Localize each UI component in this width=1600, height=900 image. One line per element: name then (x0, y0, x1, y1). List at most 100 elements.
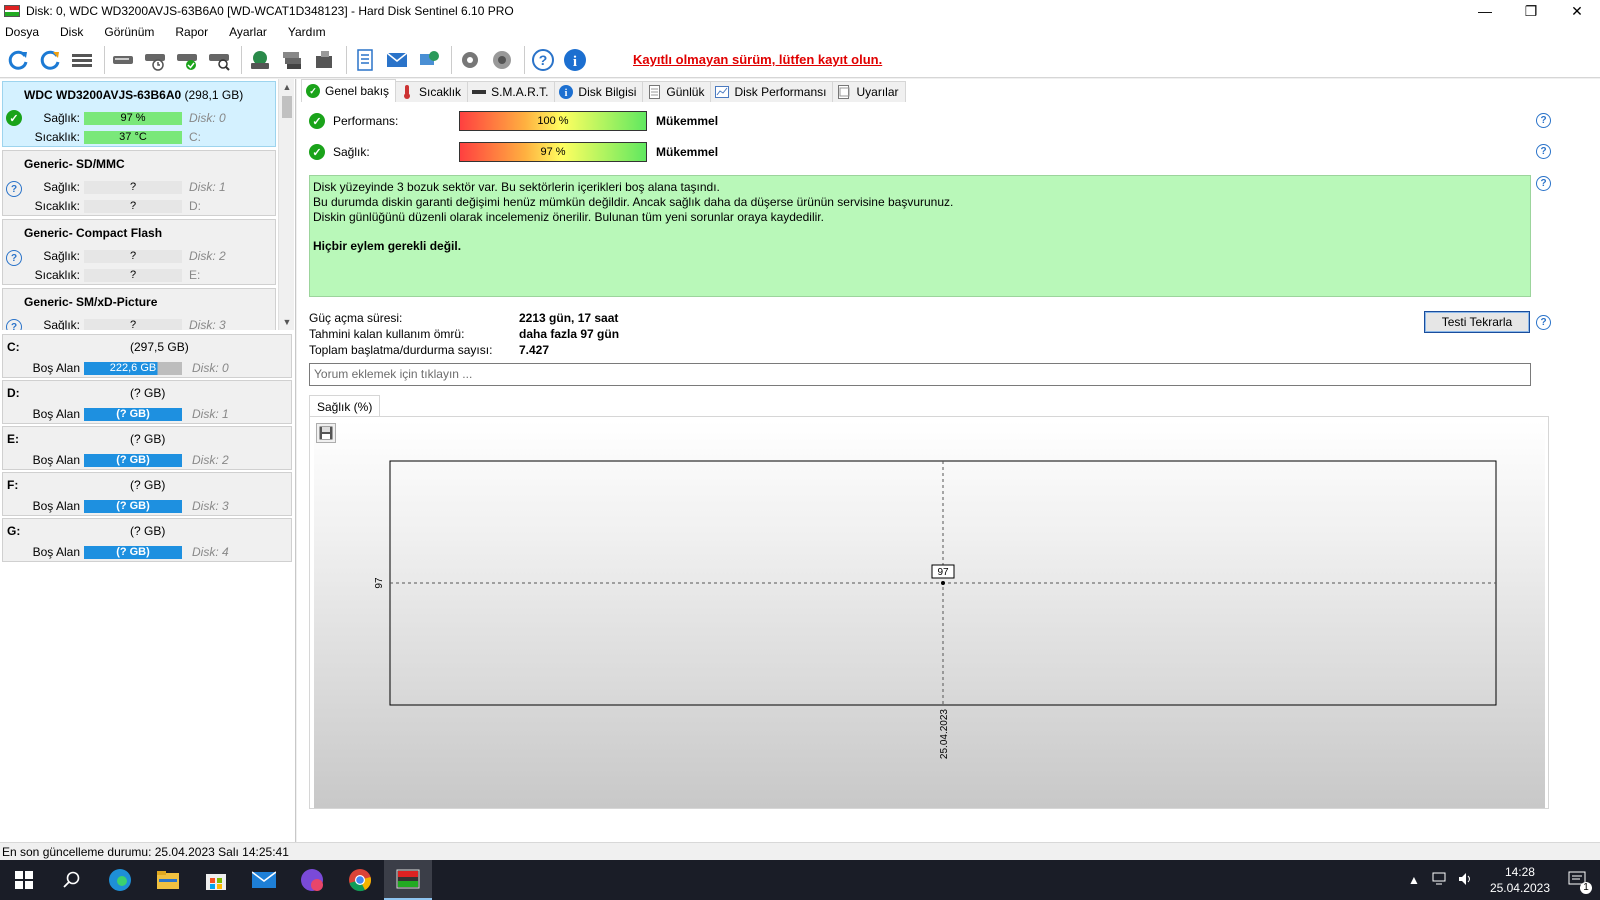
maximize-button[interactable]: ❐ (1508, 0, 1554, 22)
mail-taskbar-button[interactable] (240, 860, 288, 900)
volume-letter: D: (7, 386, 20, 400)
chat-app-taskbar-button[interactable] (288, 860, 336, 900)
performance-bar: 100 % (459, 111, 647, 131)
email-button[interactable] (383, 46, 411, 74)
disk-card[interactable]: Generic- SD/MMC ? Sağlık: ? Disk: 1 Sıca… (2, 150, 276, 216)
svg-text:i: i (573, 54, 577, 70)
store-taskbar-button[interactable] (192, 860, 240, 900)
menu-gorunum[interactable]: Görünüm (98, 25, 161, 39)
minimize-button[interactable]: — (1462, 0, 1508, 22)
scroll-down-icon[interactable]: ▼ (279, 314, 295, 330)
disk-list-scrollbar[interactable]: ▲ ▼ (278, 79, 294, 330)
disk-stack-button[interactable] (278, 46, 306, 74)
hard-disk-sentinel-icon (396, 869, 420, 889)
refresh-button[interactable] (4, 46, 32, 74)
help-icon[interactable]: ? (1536, 176, 1551, 191)
menu-yardim[interactable]: Yardım (282, 25, 333, 39)
disk-number: Disk: 0 (189, 111, 226, 125)
help-icon[interactable]: ? (1536, 113, 1551, 128)
temperature-bar: 37 °C (84, 131, 182, 144)
thermometer-icon (400, 85, 414, 99)
folder-icon (157, 871, 179, 889)
sound-button[interactable] (488, 46, 516, 74)
right-panel: ✓ Genel bakış Sıcaklık S.M.A.R.T. i Disk… (297, 79, 1600, 842)
volume-card[interactable]: F: (? GB) Boş Alan (? GB) Disk: 3 (2, 472, 292, 516)
refresh-all-button[interactable] (36, 46, 64, 74)
free-space-label: Boş Alan (32, 545, 80, 559)
monitor-globe-icon (420, 50, 439, 65)
volume-letter: G: (7, 524, 21, 538)
drive-letter: D: (189, 199, 201, 213)
summary-action: Hiçbir eylem gerekli değil. (313, 239, 462, 253)
hard-disk-clock-icon (145, 53, 165, 71)
system-clock[interactable]: 14:28 25.04.2023 (1490, 864, 1550, 896)
summary-line: Disk yüzeyinde 3 bozuk sektör var. Bu se… (313, 180, 720, 194)
help-icon[interactable]: ? (1536, 144, 1551, 159)
chrome-taskbar-button[interactable] (336, 860, 384, 900)
volume-card[interactable]: G: (? GB) Boş Alan (? GB) Disk: 4 (2, 518, 292, 562)
hard-disk-icon (113, 55, 133, 64)
volume-card[interactable]: E: (? GB) Boş Alan (? GB) Disk: 2 (2, 426, 292, 470)
disk-card[interactable]: Generic- SM/xD-Picture ? Sağlık: ? Disk:… (2, 288, 276, 330)
tab-log[interactable]: Günlük (642, 81, 712, 102)
send-report-button[interactable] (415, 46, 443, 74)
disk-search-button[interactable] (205, 46, 233, 74)
tray-chevron-up-icon[interactable]: ▲ (1408, 873, 1420, 887)
taskbar: ▲ 14:28 25.04.2023 1 (0, 860, 1600, 900)
retest-button[interactable]: Testi Tekrarla (1424, 311, 1530, 333)
report-button[interactable] (351, 46, 379, 74)
settings-button[interactable] (456, 46, 484, 74)
disk-print-button[interactable] (310, 46, 338, 74)
tab-disk-info[interactable]: i Disk Bilgisi (554, 81, 644, 102)
help-button[interactable]: ? (529, 46, 557, 74)
menu-dosya[interactable]: Dosya (0, 25, 46, 39)
hard-disk-sentinel-taskbar-button[interactable] (384, 860, 432, 900)
about-button[interactable]: i (561, 46, 589, 74)
data-point (941, 581, 945, 585)
volume-icon[interactable] (1458, 872, 1474, 889)
disk-card[interactable]: Generic- Compact Flash ? Sağlık: ? Disk:… (2, 219, 276, 285)
tab-temperature[interactable]: Sıcaklık (395, 81, 469, 102)
network-icon[interactable] (1432, 872, 1448, 889)
health-result: Mükemmel (656, 145, 719, 159)
tab-alerts[interactable]: Uyarılar (832, 81, 906, 102)
scroll-up-icon[interactable]: ▲ (279, 79, 295, 95)
network-button[interactable] (246, 46, 274, 74)
tab-smart[interactable]: S.M.A.R.T. (467, 81, 556, 102)
menu-rapor[interactable]: Rapor (169, 25, 215, 39)
volume-card[interactable]: D: (? GB) Boş Alan (? GB) Disk: 1 (2, 380, 292, 424)
tab-label: Günlük (666, 85, 705, 99)
title-bar: Disk: 0, WDC WD3200AVJS-63B6A0 [WD-WCAT1… (0, 0, 1600, 22)
scrollbar-thumb[interactable] (282, 96, 292, 118)
power-on-value: 2213 gün, 17 saat (519, 311, 619, 325)
close-button[interactable]: ✕ (1554, 0, 1600, 22)
disk-number: Disk: 4 (192, 545, 229, 559)
comment-input[interactable]: Yorum eklemek için tıklayın ... (309, 363, 1531, 386)
free-space-bar: 222,6 GB (84, 362, 182, 375)
disk-card[interactable]: WDC WD3200AVJS-63B6A0 (298,1 GB) ✓ Sağlı… (2, 81, 276, 147)
free-space-bar: (? GB) (84, 500, 182, 513)
notifications-button[interactable]: 1 (1568, 871, 1592, 894)
menu-ayarlar[interactable]: Ayarlar (223, 25, 274, 39)
unregistered-warning-link[interactable]: Kayıtlı olmayan sürüm, lütfen kayıt olun… (633, 52, 882, 67)
disk-list-button[interactable] (68, 46, 96, 74)
help-icon[interactable]: ? (1536, 315, 1551, 330)
disk-name: Generic- SM/xD-Picture (24, 295, 158, 309)
edge-taskbar-button[interactable] (96, 860, 144, 900)
hard-disk-search-icon (209, 53, 230, 71)
volume-card[interactable]: C: (297,5 GB) Boş Alan 222,6 GB Disk: 0 (2, 334, 292, 378)
disk-check-button[interactable] (173, 46, 201, 74)
search-button[interactable] (48, 860, 96, 900)
start-button[interactable] (0, 860, 48, 900)
tab-health-chart[interactable]: Sağlık (%) (309, 395, 381, 417)
main-tabs: ✓ Genel bakış Sıcaklık S.M.A.R.T. i Disk… (301, 79, 906, 102)
disk-schedule-button[interactable] (141, 46, 169, 74)
menu-disk[interactable]: Disk (54, 25, 90, 39)
disk-list-icon (72, 53, 92, 67)
volume-capacity: (? GB) (130, 386, 166, 400)
tab-disk-performance[interactable]: Disk Performansı (710, 81, 834, 102)
chart-tabs: Sağlık (%) (309, 395, 381, 417)
file-explorer-taskbar-button[interactable] (144, 860, 192, 900)
tab-overview[interactable]: ✓ Genel bakış (301, 79, 397, 102)
disk-test-button[interactable] (109, 46, 137, 74)
